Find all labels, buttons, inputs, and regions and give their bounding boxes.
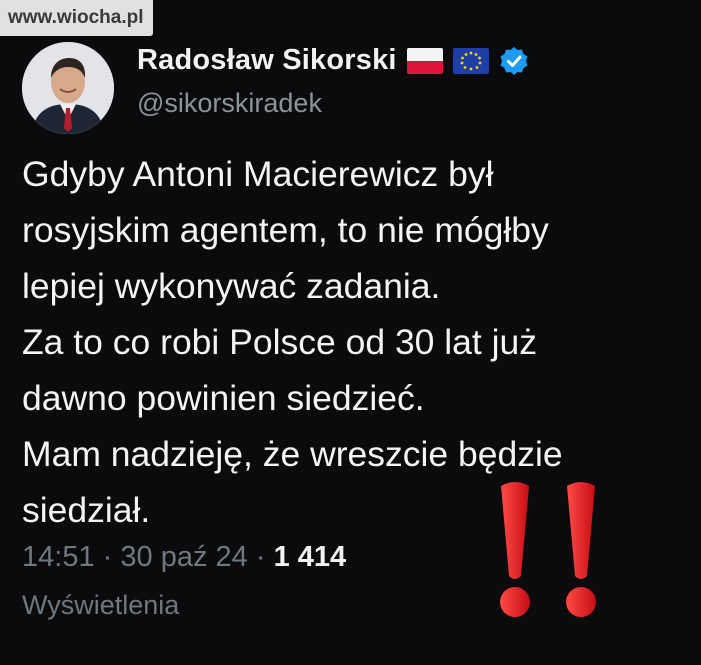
tweet-time[interactable]: 14:51	[22, 541, 95, 573]
eu-flag-icon	[452, 47, 489, 74]
author-header: Radosław Sikorski	[137, 44, 529, 77]
double-exclamation-icon	[485, 478, 615, 626]
tweet-line: Za to co robi Polsce od 30 lat już	[22, 322, 538, 362]
tweet-line: Gdyby Antoni Macierewicz był	[22, 154, 494, 194]
meta-separator: ·	[255, 541, 266, 573]
avatar-image	[22, 42, 114, 134]
meta-separator: ·	[102, 541, 113, 573]
author-handle[interactable]: @sikorskiradek	[137, 88, 322, 119]
avatar[interactable]	[22, 42, 114, 134]
tweet-meta: 14:51 · 30 paź 24 · 1 414	[22, 541, 346, 574]
verified-badge-icon	[499, 46, 529, 76]
tweet-line: dawno powinien siedzieć.	[22, 378, 425, 418]
tweet-line: lepiej wykonywać zadania.	[22, 266, 441, 306]
tweet-date[interactable]: 30 paź 24	[120, 541, 247, 573]
tweet-line: Mam nadzieję, że wreszcie będzie	[22, 434, 563, 474]
watermark: www.wiocha.pl	[0, 0, 154, 36]
views-count: 1 414	[273, 541, 347, 573]
author-name[interactable]: Radosław Sikorski	[137, 44, 397, 77]
tweet-line: rosyjskim agentem, to nie mógłby	[22, 210, 549, 250]
poland-flag-icon	[406, 47, 443, 74]
views-label: Wyświetlenia	[22, 590, 180, 620]
